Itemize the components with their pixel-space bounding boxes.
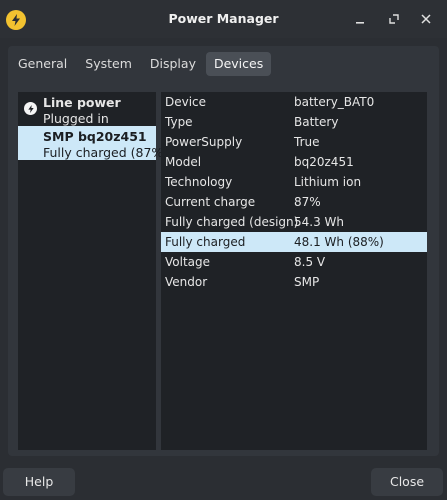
device-item-battery[interactable]: SMP bq20z451 Fully charged (87%) (18, 126, 168, 160)
close-icon[interactable] (418, 11, 434, 27)
property-value: 8.5 V (294, 255, 326, 269)
property-row[interactable]: Current charge 87% (161, 192, 427, 212)
title-bar: Power Manager (0, 0, 447, 38)
property-key: Device (165, 95, 207, 109)
property-key: Type (165, 115, 193, 129)
property-key: Current charge (165, 195, 256, 209)
property-value: SMP (294, 275, 320, 289)
device-list[interactable]: Line power Plugged in SMP bq20z451 Fully… (18, 92, 168, 450)
tab-bar: General System Display Devices (10, 52, 272, 78)
property-row[interactable]: Voltage 8.5 V (161, 252, 427, 272)
help-button[interactable]: Help (3, 468, 75, 496)
tab-display[interactable]: Display (142, 52, 204, 76)
property-key: Model (165, 155, 202, 169)
device-status: Plugged in (43, 111, 109, 126)
maximize-icon[interactable] (386, 11, 402, 27)
property-key: Vendor (165, 275, 208, 289)
device-name: Line power (43, 95, 121, 110)
property-row[interactable]: Technology Lithium ion (161, 172, 427, 192)
property-row[interactable]: PowerSupply True (161, 132, 427, 152)
property-row-selected[interactable]: Fully charged 48.1 Wh (88%) (161, 232, 427, 252)
property-key: Fully charged (design) (165, 215, 299, 229)
property-value: Lithium ion (294, 175, 362, 189)
property-value: battery_BAT0 (294, 95, 375, 109)
minimize-icon[interactable] (352, 11, 368, 27)
window-title: Power Manager (168, 11, 279, 26)
property-row[interactable]: Device battery_BAT0 (161, 92, 427, 112)
property-row[interactable]: Fully charged (design) 54.3 Wh (161, 212, 427, 232)
property-value: 54.3 Wh (294, 215, 345, 229)
property-value: True (294, 135, 320, 149)
device-name: SMP bq20z451 (43, 129, 147, 144)
power-manager-window: Power Manager General System Display Dev… (0, 0, 447, 500)
lightning-icon (24, 102, 37, 115)
tab-system[interactable]: System (77, 52, 140, 76)
property-value: Battery (294, 115, 339, 129)
tab-general[interactable]: General (10, 52, 75, 76)
close-button[interactable]: Close (371, 468, 443, 496)
device-item-line-power[interactable]: Line power Plugged in (18, 92, 156, 126)
property-key: PowerSupply (165, 135, 243, 149)
property-value: bq20z451 (294, 155, 354, 169)
property-key: Technology (165, 175, 233, 189)
tab-devices[interactable]: Devices (205, 52, 272, 76)
property-value: 87% (294, 195, 321, 209)
property-value: 48.1 Wh (88%) (294, 235, 384, 249)
device-properties-table: Device battery_BAT0 Type Battery PowerSu… (161, 92, 427, 450)
property-row[interactable]: Vendor SMP (161, 272, 427, 292)
device-status: Fully charged (87%) (43, 145, 169, 160)
property-key: Fully charged (165, 235, 246, 249)
property-row[interactable]: Model bq20z451 (161, 152, 427, 172)
property-key: Voltage (165, 255, 211, 269)
property-row[interactable]: Type Battery (161, 112, 427, 132)
